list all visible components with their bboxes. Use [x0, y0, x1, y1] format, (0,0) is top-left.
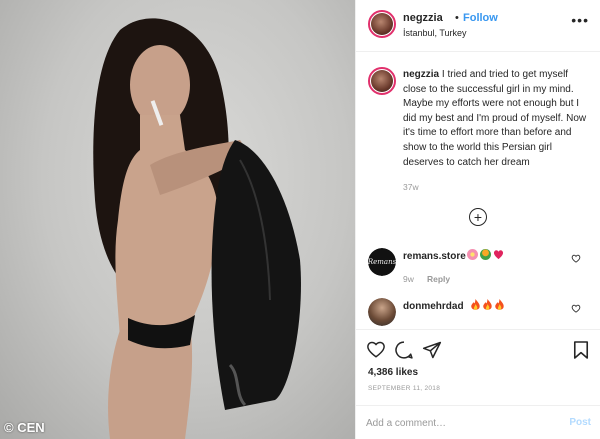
- more-dots-icon[interactable]: •••: [571, 12, 589, 28]
- comment-bubble-icon[interactable]: [394, 340, 414, 360]
- like-heart-icon[interactable]: [366, 340, 386, 358]
- post-photo[interactable]: © CEN: [0, 0, 355, 439]
- follow-button[interactable]: Follow: [463, 12, 498, 24]
- flower-emoji-icon: [467, 249, 478, 260]
- comment-like-heart-icon[interactable]: [571, 254, 581, 263]
- comment-username[interactable]: remans.store: [403, 251, 466, 262]
- fire-emoji-icon: [495, 299, 504, 310]
- fire-emoji-icon: [471, 299, 480, 310]
- add-comment-input[interactable]: [366, 415, 556, 431]
- comment-avatar[interactable]: [368, 298, 396, 326]
- remans-logo: Remans: [368, 248, 396, 276]
- photo-credit: © CEN: [4, 420, 45, 435]
- red-heart-emoji-icon: [493, 250, 504, 260]
- post-side-panel: negzzia • Follow İstanbul, Turkey ••• ne…: [355, 0, 600, 439]
- bouquet-emoji-icon: [480, 249, 491, 260]
- reply-button[interactable]: Reply: [427, 274, 450, 284]
- comment-like-heart-icon[interactable]: [571, 304, 581, 313]
- caption-body: I tried and tried to get myself close to…: [403, 69, 587, 168]
- fire-emoji-icon: [483, 299, 492, 310]
- caption-text: negzzia I tried and tried to get myself …: [403, 68, 593, 170]
- caption-username[interactable]: negzzia: [403, 69, 439, 80]
- header-separator: •: [455, 12, 459, 24]
- comment-emojis: [470, 299, 505, 311]
- likes-count[interactable]: 4,386 likes: [368, 367, 418, 378]
- post-comment-button[interactable]: Post: [569, 417, 591, 428]
- plus-circle-icon[interactable]: +: [469, 208, 487, 226]
- post-date: SEPTEMBER 11, 2018: [368, 385, 441, 392]
- share-plane-icon[interactable]: [422, 340, 442, 360]
- caption-time[interactable]: 37w: [403, 182, 419, 192]
- save-bookmark-icon[interactable]: [573, 340, 589, 360]
- comment-emojis: [467, 249, 504, 260]
- post-photo-illustration: [93, 18, 301, 439]
- header-avatar[interactable]: [368, 10, 396, 38]
- comment-avatar[interactable]: Remans: [368, 248, 396, 276]
- header-username[interactable]: negzzia: [403, 12, 443, 24]
- caption-avatar[interactable]: [368, 67, 396, 95]
- header-location[interactable]: İstanbul, Turkey: [403, 28, 467, 38]
- post-actions: 4,386 likes SEPTEMBER 11, 2018 Post: [356, 329, 600, 439]
- comments-list[interactable]: negzzia I tried and tried to get myself …: [356, 53, 600, 328]
- comment-username[interactable]: donmehrdad: [403, 301, 464, 312]
- post-header: negzzia • Follow İstanbul, Turkey •••: [356, 0, 600, 52]
- add-comment-bar: Post: [356, 405, 600, 439]
- comment-time[interactable]: 9w: [403, 274, 414, 284]
